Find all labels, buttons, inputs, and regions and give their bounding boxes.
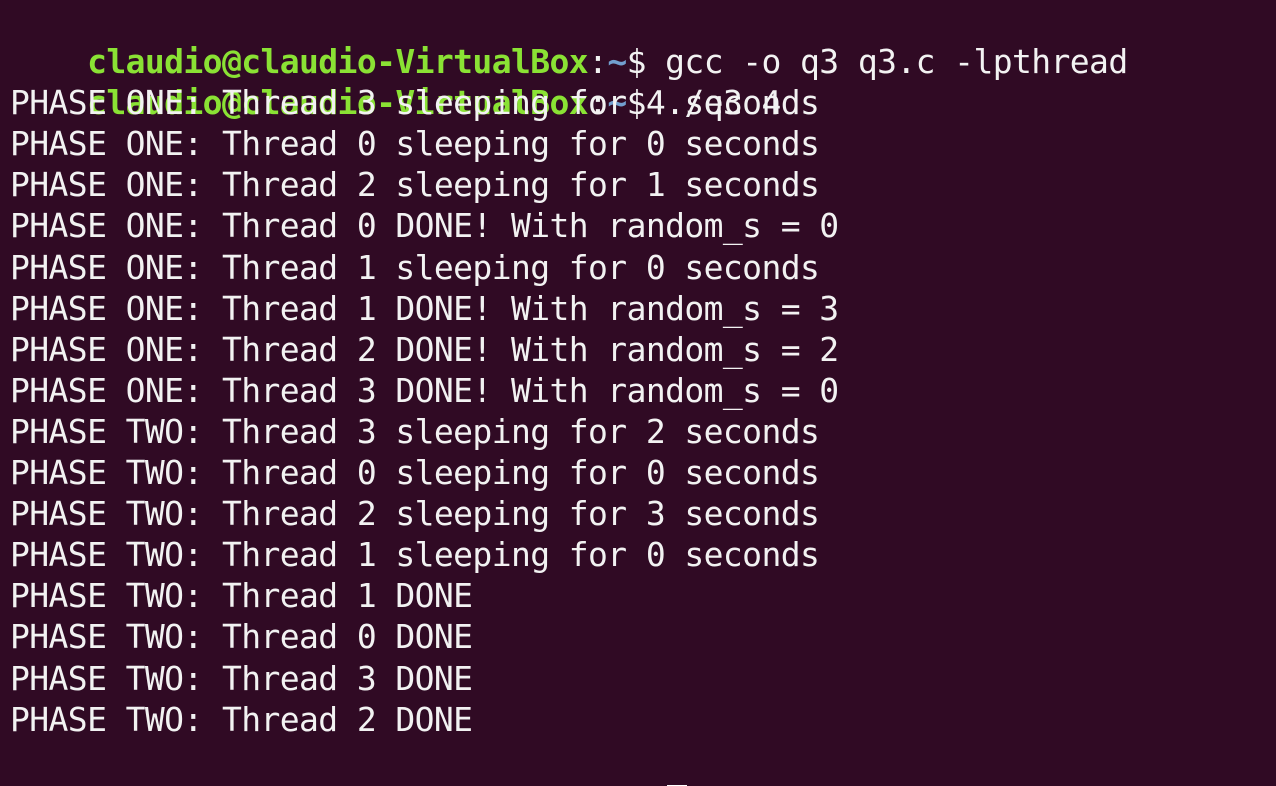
output-line: PHASE ONE: Thread 0 sleeping for 0 secon… [10,124,820,164]
output-line: PHASE TWO: Thread 3 DONE [10,658,473,698]
output-line: PHASE TWO: Thread 3 sleeping for 2 secon… [10,411,820,451]
output-line: PHASE TWO: Thread 2 sleeping for 3 secon… [10,494,820,534]
terminal-window[interactable]: claudio@claudio-VirtualBox:~$ gcc -o q3 … [0,0,1276,786]
output-line: PHASE ONE: Thread 1 sleeping for 0 secon… [10,247,820,287]
active-prompt-line[interactable]: claudio@claudio-VirtualBox:~$ [10,740,1276,786]
output-line: PHASE TWO: Thread 2 DONE [10,699,473,739]
command-line: claudio@claudio-VirtualBox:~$ gcc -o q3 … [10,0,1276,81]
output-line: PHASE ONE: Thread 2 sleeping for 1 secon… [10,165,820,205]
output-line: PHASE ONE: Thread 3 sleeping for 4 secon… [10,83,820,123]
prompt-dollar: $ [626,42,666,82]
prompt-dollar: $ [627,782,666,786]
prompt-colon: : [588,42,608,82]
output-line: PHASE TWO: Thread 0 DONE [10,617,473,657]
output-line: PHASE TWO: Thread 0 sleeping for 0 secon… [10,453,820,493]
prompt-path: ~ [607,782,627,786]
prompt-user-host: claudio@claudio-VirtualBox [87,782,589,786]
output-line: PHASE TWO: Thread 1 sleeping for 0 secon… [10,535,820,575]
output-line: PHASE ONE: Thread 0 DONE! With random_s … [10,206,839,246]
command-text: gcc -o q3 q3.c -lpthread [665,42,1128,82]
output-line: PHASE ONE: Thread 2 DONE! With random_s … [10,329,839,369]
prompt-user-host: claudio@claudio-VirtualBox [87,42,589,82]
prompt-colon: : [588,782,608,786]
prompt-path: ~ [607,42,627,82]
output-line: PHASE ONE: Thread 1 DONE! With random_s … [10,288,839,328]
output-line: PHASE ONE: Thread 3 DONE! With random_s … [10,370,839,410]
output-line: PHASE TWO: Thread 1 DONE [10,576,473,616]
